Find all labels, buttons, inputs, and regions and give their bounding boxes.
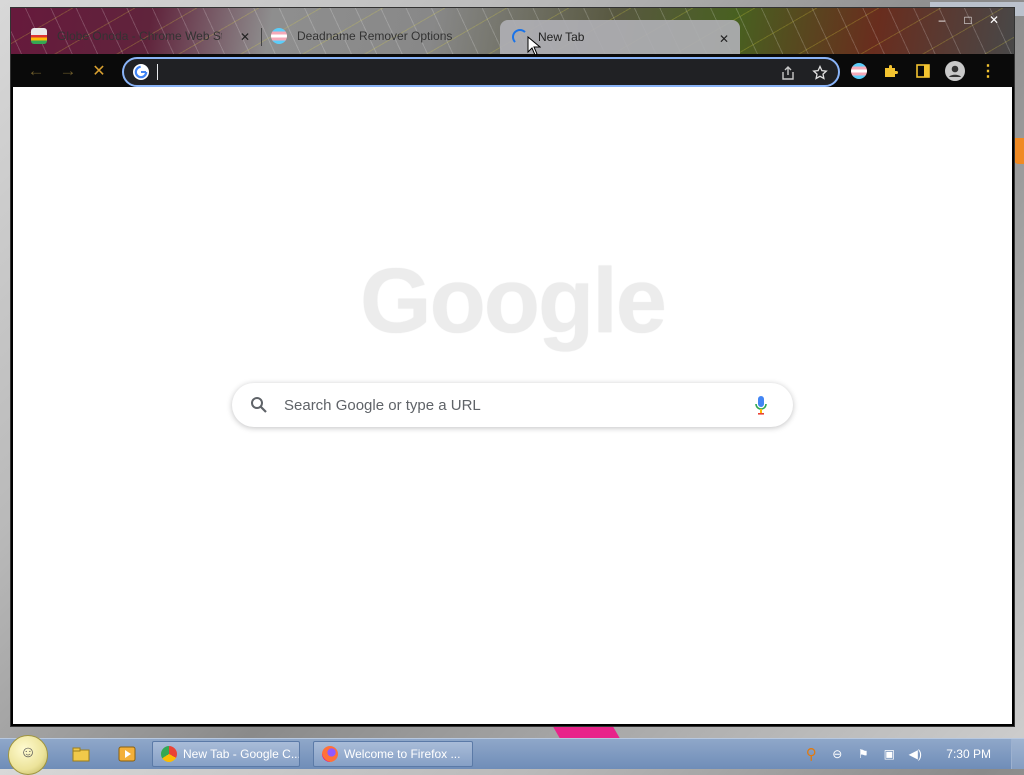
- profile-avatar-icon[interactable]: [945, 61, 965, 81]
- google-logo: Google: [360, 250, 667, 352]
- chrome-window: – □ ✕ Globe Onoda - Chrome Web St ✕ Dead…: [11, 8, 1014, 726]
- stop-button[interactable]: ✕: [86, 58, 112, 84]
- address-input[interactable]: [156, 62, 756, 82]
- tab-close-icon[interactable]: ✕: [239, 30, 251, 44]
- chrome-icon: [161, 746, 177, 762]
- search-box[interactable]: [232, 383, 793, 427]
- forward-button[interactable]: →: [55, 58, 81, 84]
- tab-deadname-remover-options[interactable]: Deadname Remover Options: [271, 18, 503, 54]
- tab-title: Deadname Remover Options: [297, 29, 453, 43]
- firefox-icon: [322, 746, 338, 762]
- tab-separator: [261, 28, 262, 46]
- chrome-web-store-icon: [31, 28, 47, 44]
- clock[interactable]: 7:30 PM: [946, 747, 991, 761]
- loading-spinner-icon: [512, 29, 528, 45]
- search-icon: [251, 397, 267, 413]
- mouse-cursor-icon: [527, 36, 541, 56]
- share-icon[interactable]: [779, 64, 797, 82]
- action-center-flag-icon[interactable]: ⚑: [855, 746, 871, 762]
- window-controls: – □ ✕: [930, 12, 1006, 28]
- deadname-remover-extension-icon[interactable]: [849, 61, 869, 81]
- toolbar: ← → ✕ ⋮: [11, 54, 1014, 87]
- side-panel-icon[interactable]: [913, 61, 933, 81]
- extensions-puzzle-icon[interactable]: [881, 61, 901, 81]
- show-desktop-button[interactable]: [1011, 739, 1024, 769]
- media-player-icon[interactable]: [118, 745, 136, 763]
- file-explorer-icon[interactable]: [72, 745, 90, 763]
- taskbar-button-label: Welcome to Firefox ...: [344, 747, 461, 761]
- taskbar-button-chrome[interactable]: New Tab - Google C...: [152, 741, 300, 767]
- desktop-wallpaper-accent: [1013, 138, 1024, 164]
- close-window-button[interactable]: ✕: [982, 12, 1006, 28]
- taskbar-button-label: New Tab - Google C...: [183, 747, 299, 761]
- tab-close-icon[interactable]: ✕: [718, 32, 730, 46]
- maximize-button[interactable]: □: [956, 12, 980, 28]
- taskbar-button-firefox[interactable]: Welcome to Firefox ...: [313, 741, 473, 767]
- search-input[interactable]: [284, 395, 724, 415]
- tab-title: Globe Onoda - Chrome Web St: [57, 29, 222, 43]
- network-status-icon[interactable]: ⊖: [829, 746, 845, 762]
- google-g-icon: [133, 64, 149, 80]
- bookmark-star-icon[interactable]: [811, 64, 829, 82]
- voice-search-mic-icon[interactable]: [754, 395, 768, 415]
- network-icon[interactable]: ▣: [881, 746, 897, 762]
- back-button[interactable]: ←: [23, 58, 49, 84]
- menu-kebab-icon[interactable]: ⋮: [978, 61, 998, 81]
- search-magnifier-icon[interactable]: ⚲: [803, 746, 819, 763]
- volume-icon[interactable]: ◀): [907, 746, 923, 762]
- start-button[interactable]: ☺: [8, 735, 48, 775]
- address-bar[interactable]: [122, 57, 840, 87]
- system-tray: ⚲ ⊖ ⚑ ▣ ◀) 7:30 PM: [798, 739, 1024, 769]
- tab-title: New Tab: [538, 30, 585, 44]
- tab-chrome-web-store[interactable]: Globe Onoda - Chrome Web St ✕: [31, 18, 261, 54]
- title-bar: – □ ✕ Globe Onoda - Chrome Web St ✕ Dead…: [11, 8, 1014, 54]
- trans-flag-icon: [271, 28, 287, 44]
- taskbar: ☺ New Tab - Google C... Welcome to Firef…: [0, 735, 1024, 775]
- new-tab-page: Google: [13, 87, 1012, 724]
- text-caret: [157, 64, 158, 80]
- minimize-button[interactable]: –: [930, 12, 954, 28]
- smiley-icon: ☺: [19, 744, 37, 761]
